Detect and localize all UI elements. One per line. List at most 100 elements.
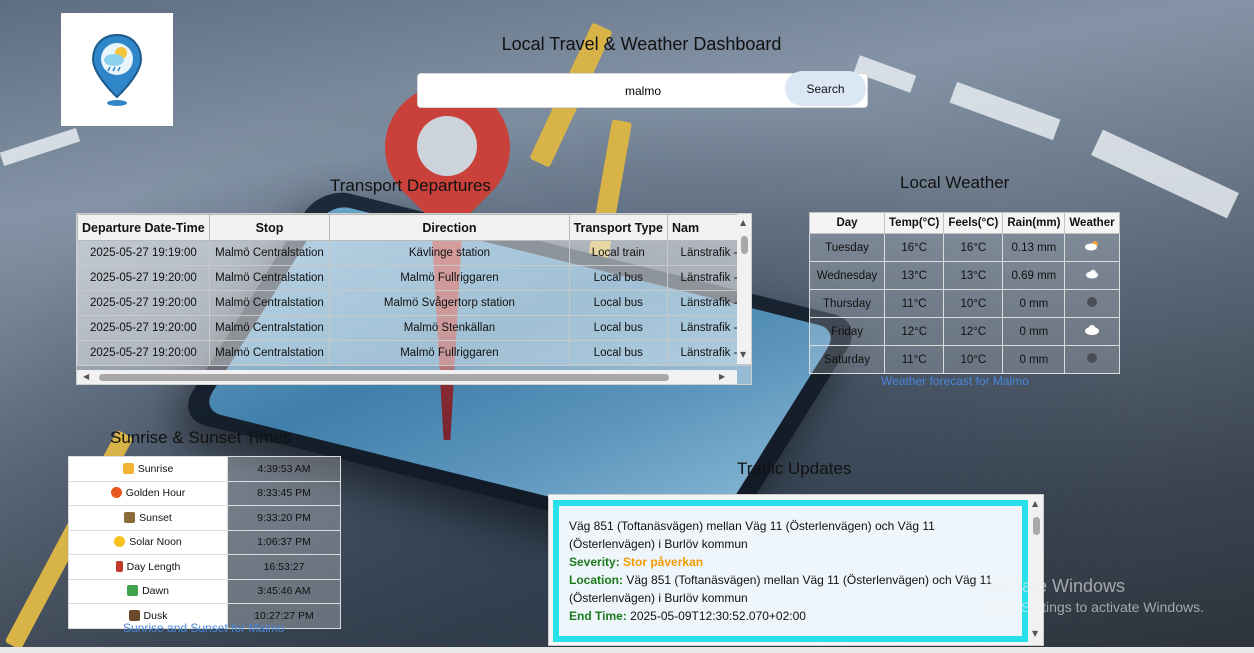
sun-label: Solar Noon [129,536,182,549]
table-row: Saturday 11°C 10°C 0 mm [809,345,1120,374]
weather-icon-cell [1064,289,1120,318]
table-row: Golden Hour 8:33:45 PM [68,480,341,506]
sun-label-cell: Dawn [68,578,228,604]
table-row: Tuesday 16°C 16°C 0.13 mm [809,233,1120,262]
sun-label: Golden Hour [125,487,186,500]
scroll-down-icon[interactable]: ▼ [740,350,746,360]
weather-rain: 0.13 mm [1002,233,1066,262]
sun-value: 3:45:46 AM [227,578,341,604]
table-row: 2025-05-27 19:20:00 Malmö Centralstation… [77,265,751,291]
table-cell: 2025-05-27 19:20:00 [77,340,210,366]
weather-title: Local Weather [900,173,1010,192]
sun-link[interactable]: Sunrise and Sunset for Malmo [123,621,284,635]
dawn-icon [127,585,139,597]
column-header: Rain(mm) [1002,212,1066,234]
sun-value: 8:33:45 PM [227,480,341,506]
scroll-thumb[interactable] [1033,517,1040,535]
scroll-left-icon[interactable]: ◀ [83,372,89,382]
traffic-title: Traffic Updates [737,459,852,478]
cloud-icon [1084,325,1099,335]
sunset-icon [124,511,136,523]
table-row: Wednesday 13°C 13°C 0.69 mm [809,261,1120,290]
column-header[interactable]: Transport Type [568,214,668,241]
activate-windows-watermark: Activate Windows Go to Settings to activ… [983,576,1204,615]
table-header-row: Departure Date-Time Stop Direction Trans… [77,214,751,241]
sun-label: Sunset [139,511,172,524]
sun-label: Sunrise [137,462,174,475]
dark-cloud-icon [1086,353,1097,363]
weather-icon-cell [1064,345,1120,374]
weather-feels: 10°C [943,289,1004,318]
weather-temp: 11°C [883,289,945,318]
weather-rain: 0 mm [1002,289,1066,318]
vertical-scrollbar[interactable]: ▲ ▼ [1029,495,1043,645]
table-row: Friday 12°C 12°C 0 mm [809,317,1120,346]
sun-label-cell: Day Length [68,554,228,580]
sun-label-cell: Solar Noon [68,529,228,555]
weather-rain: 0.69 mm [1002,261,1066,290]
table-cell: 2025-05-27 19:20:00 [77,315,210,341]
table-cell: Malmö Stenkällan [329,315,570,341]
weather-forecast-link[interactable]: Weather forecast for Malmo [881,374,1029,388]
sun-label-cell: Sunset [68,505,228,531]
sun-value: 9:33:20 PM [227,505,341,531]
vertical-scrollbar[interactable]: ▲ ▼ [737,214,751,364]
sun-table: Sunrise 4:39:53 AM Golden Hour 8:33:45 P… [68,456,341,629]
weather-icon-cell [1064,317,1120,346]
table-cell: Malmö Centralstation [208,290,331,316]
app-logo [61,13,173,126]
column-header[interactable]: Direction [329,214,570,241]
traffic-description: Väg 851 (Toftanäsvägen) mellan Väg 11 (Ö… [569,519,935,551]
horizontal-scrollbar[interactable]: ◀ ▶ [77,370,737,384]
column-header: Temp(°C) [883,212,945,234]
table-row: Sunset 9:33:20 PM [68,505,341,531]
page-title: Local Travel & Weather Dashboard [501,34,782,54]
sun-title: Sunrise & Sunset Times [110,428,292,447]
table-row: 2025-05-27 19:20:00 Malmö Centralstation… [77,315,751,341]
sun-label: Dusk [143,609,168,622]
table-row: Sunrise 4:39:53 AM [68,456,341,482]
scroll-right-icon[interactable]: ▶ [719,372,725,382]
table-cell: Malmö Centralstation [208,240,331,266]
scroll-thumb[interactable] [741,236,748,254]
table-row: Dawn 3:45:46 AM [68,578,341,604]
rain-cloud-icon [1084,241,1098,251]
weather-day: Saturday [809,345,885,374]
table-cell: Local bus [568,340,668,366]
weather-rain: 0 mm [1002,317,1066,346]
weather-table: Day Temp(°C) Feels(°C) Rain(mm) Weather … [809,212,1120,374]
table-cell: Malmö Fullriggaren [329,265,570,291]
traffic-card: Väg 851 (Toftanäsvägen) mellan Väg 11 (Ö… [553,500,1028,642]
table-cell: Local bus [568,315,668,341]
column-header[interactable]: Stop [208,214,331,241]
search-button[interactable]: Search [785,71,866,106]
weather-temp: 16°C [883,233,945,262]
table-row: Thursday 11°C 10°C 0 mm [809,289,1120,318]
table-row: 2025-05-27 19:20:00 Malmö Centralstation… [77,340,751,366]
traffic-panel[interactable]: Väg 851 (Toftanäsvägen) mellan Väg 11 (Ö… [548,494,1044,646]
solar-noon-icon [114,536,126,548]
table-cell: Local train [568,240,668,266]
bottom-bar [0,647,1254,653]
weather-icon-cell [1064,261,1120,290]
weather-rain: 0 mm [1002,345,1066,374]
table-cell: Malmö Centralstation [208,340,331,366]
weather-icon-cell [1064,233,1120,262]
table-cell: 2025-05-27 19:19:00 [77,240,210,266]
weather-temp: 11°C [883,345,945,374]
table-cell: Malmö Fullriggaren [329,340,570,366]
sun-label: Day Length [126,560,181,573]
sun-label-cell: Sunrise [68,456,228,482]
scroll-down-icon[interactable]: ▼ [1032,629,1038,639]
scroll-up-icon[interactable]: ▲ [1032,499,1038,509]
table-cell: 2025-05-27 19:20:00 [77,265,210,291]
scroll-up-icon[interactable]: ▲ [740,218,746,228]
table-row: 2025-05-27 19:19:00 Malmö Centralstation… [77,240,751,266]
weather-day: Wednesday [809,261,885,290]
transport-table-container[interactable]: Departure Date-Time Stop Direction Trans… [76,213,752,385]
scroll-thumb[interactable] [99,374,669,381]
table-cell: Malmö Centralstation [208,315,331,341]
transport-table: Departure Date-Time Stop Direction Trans… [77,214,751,366]
column-header[interactable]: Departure Date-Time [77,214,210,241]
column-header: Weather [1064,212,1120,234]
